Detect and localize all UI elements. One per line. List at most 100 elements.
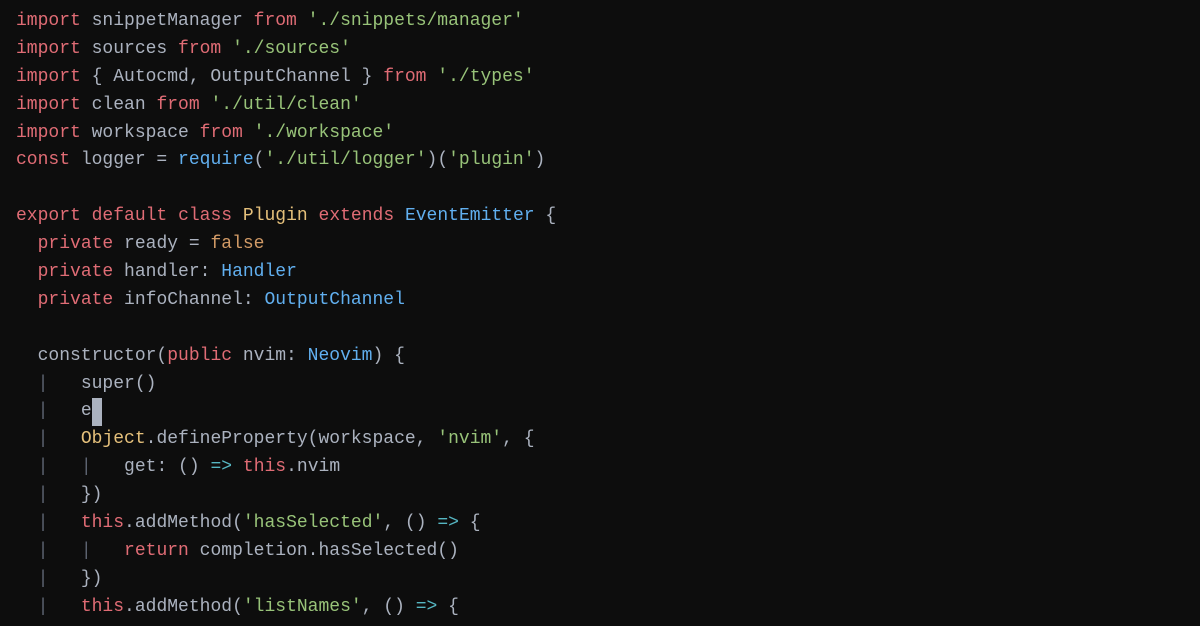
token <box>59 510 81 538</box>
token <box>308 203 319 231</box>
token: this <box>243 454 286 482</box>
token: { <box>535 203 557 231</box>
token: from <box>383 64 426 92</box>
token: )( <box>427 147 449 175</box>
code-line: private ready = false <box>0 231 1200 259</box>
code-line: export default class Plugin extends Even… <box>0 203 1200 231</box>
token: = <box>178 231 210 259</box>
token: EventEmitter <box>405 203 535 231</box>
token: constructor( <box>16 343 167 371</box>
token: './util/logger' <box>264 147 426 175</box>
token: ( <box>254 147 265 175</box>
token: { Autocmd, OutputChannel } <box>81 64 383 92</box>
token <box>59 426 81 454</box>
token: | <box>16 538 59 566</box>
token: => <box>416 594 438 622</box>
token: require <box>178 147 254 175</box>
token: return <box>124 538 189 566</box>
token: './sources' <box>232 36 351 64</box>
code-line: import clean from './util/clean' <box>0 92 1200 120</box>
token: handler: <box>113 259 221 287</box>
token: => <box>437 510 459 538</box>
token: completion.hasSelected() <box>189 538 459 566</box>
code-line: import snippetManager from './snippets/m… <box>0 8 1200 36</box>
token: './snippets/manager' <box>308 8 524 36</box>
token: clean <box>81 92 157 120</box>
token: 'hasSelected' <box>243 510 383 538</box>
token: get: () <box>102 454 210 482</box>
token: this <box>81 594 124 622</box>
token <box>243 120 254 148</box>
token: ) { <box>372 343 404 371</box>
token: | <box>16 398 59 426</box>
code-line: | super() <box>0 371 1200 399</box>
token <box>167 203 178 231</box>
token: .addMethod( <box>124 594 243 622</box>
token: this <box>81 510 124 538</box>
token: from <box>200 120 243 148</box>
token <box>297 8 308 36</box>
code-line: private handler: Handler <box>0 259 1200 287</box>
token: private <box>38 259 114 287</box>
code-line: | Object.defineProperty(workspace, 'nvim… <box>0 426 1200 454</box>
token: const <box>16 147 70 175</box>
token <box>426 64 437 92</box>
token: | <box>16 454 59 482</box>
token: sources <box>81 36 178 64</box>
token: | <box>59 538 102 566</box>
code-line: | | return completion.hasSelected() <box>0 538 1200 566</box>
token: .addMethod( <box>124 510 243 538</box>
token: .defineProperty(workspace, <box>146 426 438 454</box>
token: false <box>210 231 264 259</box>
token: from <box>178 36 221 64</box>
token: snippetManager <box>81 8 254 36</box>
token: import <box>16 92 81 120</box>
token: { <box>437 594 459 622</box>
token <box>16 287 38 315</box>
token: export <box>16 203 81 231</box>
token: default <box>92 203 168 231</box>
token: | <box>16 371 59 399</box>
cursor <box>92 398 103 426</box>
token: , () <box>362 594 416 622</box>
token: | <box>16 482 59 510</box>
token: , { <box>502 426 534 454</box>
token: nvim: <box>232 343 308 371</box>
code-line: constructor(public nvim: Neovim) { <box>0 343 1200 371</box>
token: | <box>16 510 59 538</box>
token: 'nvim' <box>437 426 502 454</box>
token <box>113 231 124 259</box>
code-line <box>0 315 1200 343</box>
token: logger = <box>70 147 178 175</box>
code-line: | }) <box>0 482 1200 510</box>
token: | <box>16 566 59 594</box>
token <box>394 203 405 231</box>
token: from <box>156 92 199 120</box>
token: 'listNames' <box>243 594 362 622</box>
token: super() <box>59 371 156 399</box>
code-line: | | get: () => this.nvim <box>0 454 1200 482</box>
code-editor: import snippetManager from './snippets/m… <box>0 0 1200 626</box>
token: 'plugin' <box>448 147 534 175</box>
token <box>59 594 81 622</box>
token: './types' <box>437 64 534 92</box>
token: | <box>16 426 59 454</box>
token: import <box>16 36 81 64</box>
token <box>200 92 211 120</box>
token: Neovim <box>308 343 373 371</box>
token: workspace <box>81 120 200 148</box>
code-line: import sources from './sources' <box>0 36 1200 64</box>
token: }) <box>59 566 102 594</box>
token: class <box>178 203 232 231</box>
token: from <box>254 8 297 36</box>
token: './workspace' <box>254 120 394 148</box>
token: | <box>16 594 59 622</box>
token: OutputChannel <box>264 287 404 315</box>
token: ) <box>535 147 546 175</box>
token <box>16 231 38 259</box>
token: import <box>16 8 81 36</box>
token: Object <box>81 426 146 454</box>
token: import <box>16 120 81 148</box>
token: { <box>459 510 481 538</box>
token <box>221 36 232 64</box>
